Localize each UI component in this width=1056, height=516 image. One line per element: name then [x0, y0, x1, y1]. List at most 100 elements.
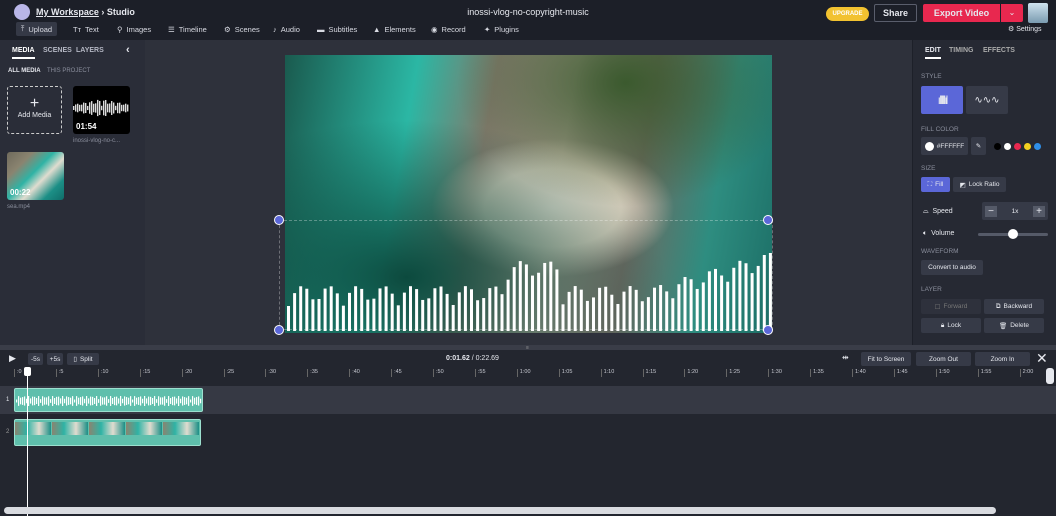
ruler-tick: 1:30 — [768, 369, 782, 377]
toolbar-plugins[interactable]: ✦ Plugins — [479, 22, 524, 36]
waveform-label: WAVEFORM — [921, 248, 959, 255]
ruler-tick: :50 — [433, 369, 444, 377]
resize-grip-icon[interactable]: ≡ — [526, 345, 532, 351]
expand-icon: ⛶ — [927, 180, 933, 188]
tab-scenes[interactable]: SCENES — [43, 47, 72, 54]
subtab-this-project[interactable]: THIS PROJECT — [47, 68, 90, 74]
lock-label: Lock — [947, 322, 962, 329]
upgrade-button[interactable]: UPGRADE — [826, 7, 869, 21]
ratio-icon: ◩ — [959, 181, 966, 189]
toolbar-upload[interactable]: ⤒ Upload — [16, 22, 58, 36]
toolbar-label: Timeline — [178, 24, 207, 34]
playhead[interactable] — [27, 368, 28, 516]
selection-box — [279, 220, 773, 330]
export-video-button[interactable]: Export Video — [923, 4, 1000, 22]
speed-row: ⌓ Speed — [923, 208, 953, 216]
swatch-red[interactable] — [1014, 143, 1021, 150]
volume-label: Volume — [931, 230, 955, 237]
video-clip[interactable] — [14, 419, 201, 446]
tab-timing[interactable]: TIMING — [949, 47, 974, 54]
ruler-tick: :20 — [181, 369, 192, 377]
split-button[interactable]: ▯ Split — [67, 353, 99, 365]
audio-clip[interactable] — [14, 388, 203, 412]
fit-timeline-icon[interactable]: ⇹ — [842, 353, 849, 362]
split-label: Split — [79, 355, 93, 363]
trash-icon: 🗑︎ — [998, 322, 1008, 330]
swatch-blue[interactable] — [1034, 143, 1041, 150]
media-item-video[interactable]: 00:22 — [7, 152, 64, 200]
toolbar-record[interactable]: ◉ Record — [426, 22, 471, 36]
swatch-black[interactable] — [994, 143, 1001, 150]
current-time: 0:01.62 — [446, 355, 470, 362]
toolbar-subtitles[interactable]: ▬ Subtitles — [312, 22, 362, 36]
plus-button[interactable]: + — [1033, 205, 1045, 217]
eyedropper-icon[interactable]: ✎ — [971, 137, 986, 155]
style-bars-button[interactable]: ıIlIlIıl — [921, 86, 963, 114]
resize-handle[interactable] — [763, 215, 773, 225]
share-button[interactable]: Share — [874, 4, 917, 22]
wave-icon: ∿∿∿ — [974, 94, 1000, 106]
ruler-tick: :30 — [265, 369, 276, 377]
toolbar-label: Text — [85, 24, 99, 34]
toolbar-scenes[interactable]: ⚙ Scenes — [219, 22, 265, 36]
add-media-button[interactable]: + Add Media — [7, 86, 62, 134]
record-icon: ◉ — [431, 24, 438, 34]
resize-handle[interactable] — [763, 325, 773, 335]
ruler-tick: 1:35 — [810, 369, 824, 377]
tab-media[interactable]: MEDIA — [12, 47, 35, 59]
toolbar-text[interactable]: Tт Text — [68, 22, 104, 36]
forward-icon: ☐ — [934, 303, 941, 311]
toolbar-label: Record — [441, 24, 466, 34]
toolbar-images[interactable]: ⚲ Images — [112, 22, 156, 36]
forward-5s-button[interactable]: +5s — [47, 353, 63, 365]
subtab-all-media[interactable]: ALL MEDIA — [8, 68, 41, 74]
minus-button[interactable]: − — [985, 205, 997, 217]
zoom-in-button[interactable]: Zoom In — [975, 352, 1030, 366]
ruler-tick: 1:50 — [935, 369, 950, 377]
fill-color-picker[interactable]: #FFFFFF — [921, 137, 968, 155]
ruler-tick: 1:15 — [642, 369, 656, 377]
fill-button[interactable]: ⛶ Fill — [921, 177, 950, 192]
resize-handle[interactable] — [274, 215, 284, 225]
ruler-tick: :25 — [223, 369, 234, 377]
settings-button[interactable]: ⚙ Settings — [1008, 25, 1042, 33]
vertical-scrollbar[interactable] — [1046, 368, 1054, 384]
ruler-tick: :55 — [474, 369, 486, 377]
tab-effects[interactable]: EFFECTS — [983, 47, 1015, 54]
delete-button[interactable]: 🗑︎ Delete — [984, 318, 1044, 333]
backward-button[interactable]: ⧉ Backward — [984, 299, 1044, 314]
media-item-audio[interactable]: 01:54 — [73, 86, 130, 134]
lock-button[interactable]: 🔒︎ Lock — [921, 318, 981, 333]
swatch-yellow[interactable] — [1024, 143, 1031, 150]
style-wave-button[interactable]: ∿∿∿ — [966, 86, 1008, 114]
zoom-out-button[interactable]: Zoom Out — [916, 352, 971, 366]
speed-label: Speed — [932, 208, 953, 215]
play-icon[interactable]: ▶ — [9, 353, 16, 364]
horizontal-scrollbar[interactable] — [4, 507, 996, 514]
lock-ratio-button[interactable]: ◩ Lock Ratio — [953, 177, 1006, 192]
user-avatar[interactable] — [1028, 3, 1048, 23]
toolbar-timeline[interactable]: ☰ Timeline — [163, 22, 212, 36]
tab-edit[interactable]: EDIT — [925, 47, 941, 59]
export-dropdown-chevron-icon[interactable]: ⌄ — [1001, 4, 1023, 22]
swatch-white[interactable] — [1004, 143, 1011, 150]
collapse-chevron-left-icon[interactable]: ‹ — [126, 44, 130, 56]
volume-slider-thumb[interactable] — [1008, 229, 1018, 239]
speed-stepper[interactable]: − 1x + — [982, 202, 1048, 220]
speed-value: 1x — [1011, 207, 1019, 215]
playhead-handle[interactable] — [24, 367, 31, 376]
tab-layers[interactable]: LAYERS — [76, 47, 104, 54]
close-timeline-icon[interactable]: ✕ — [1036, 350, 1048, 367]
total-time: 0:22.69 — [475, 355, 499, 362]
clip-waveform — [16, 396, 202, 406]
back-5s-button[interactable]: -5s — [28, 353, 43, 365]
ruler-tick: :5 — [55, 369, 63, 377]
convert-to-audio-button[interactable]: Convert to audio — [921, 260, 983, 275]
media-duration: 01:54 — [76, 122, 97, 131]
forward-button[interactable]: ☐ Forward — [921, 299, 981, 314]
fit-to-screen-button[interactable]: Fit to Screen — [861, 352, 911, 366]
resize-handle[interactable] — [274, 325, 284, 335]
toolbar-elements[interactable]: ▲ Elements — [368, 22, 421, 36]
toolbar-audio[interactable]: ♪ Audio — [268, 22, 305, 36]
split-icon: ▯ — [73, 356, 77, 363]
